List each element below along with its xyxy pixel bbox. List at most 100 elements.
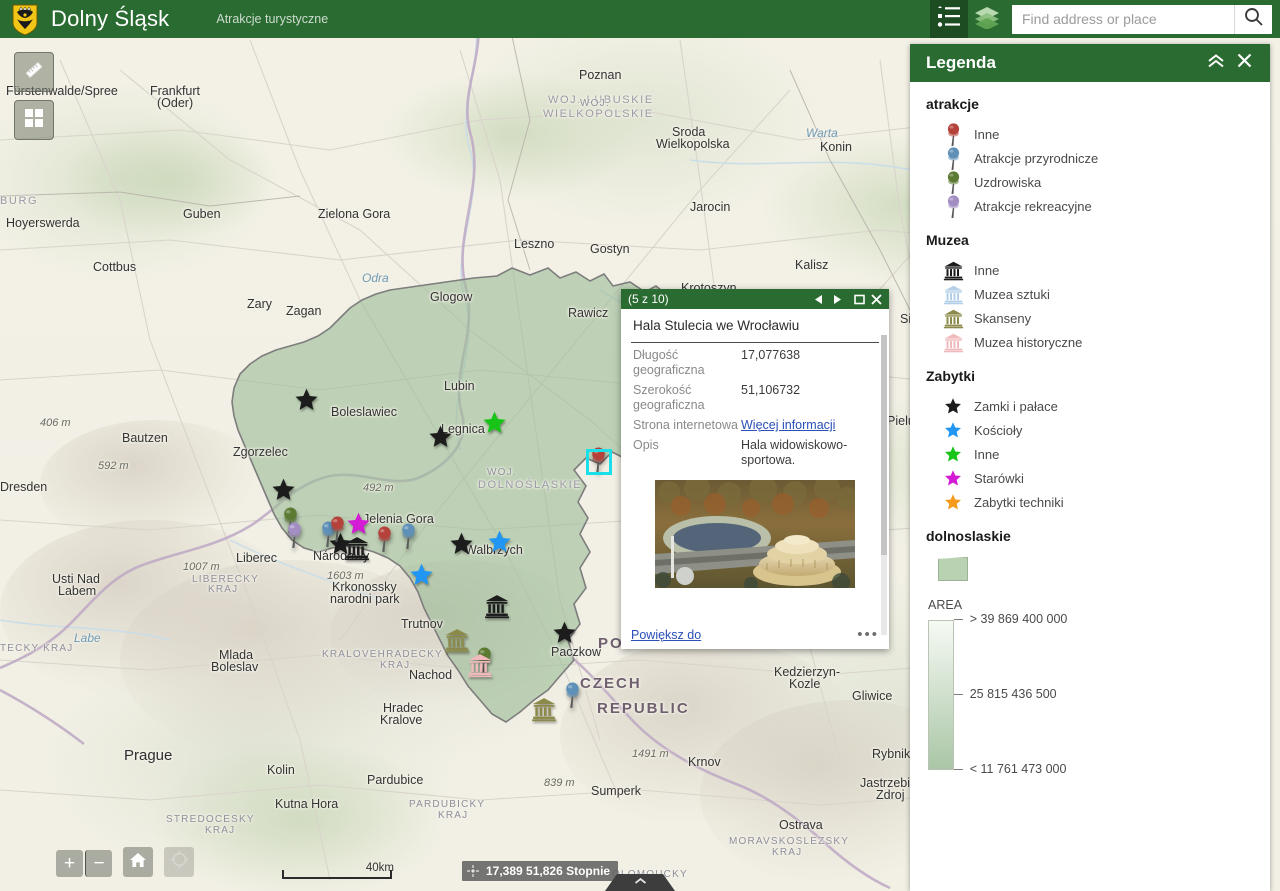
home-icon xyxy=(129,851,147,874)
legend-item-label: Muzea sztuki xyxy=(974,286,1050,302)
locate-crosshair-icon xyxy=(170,850,189,874)
map-label: Zagan xyxy=(286,304,322,318)
map-pin-icon xyxy=(938,170,968,195)
map-label: Lubin xyxy=(444,379,475,393)
legend-item-label: Kościoły xyxy=(974,422,1023,438)
measure-tool-button[interactable] xyxy=(14,52,54,92)
legend-item-label: Zamki i pałace xyxy=(974,398,1058,414)
legend-item: Atrakcje rekreacyjne xyxy=(926,194,1270,218)
scale-bar: 40km xyxy=(282,862,394,879)
zoom-out-button[interactable]: − xyxy=(85,850,112,877)
legend-polygon-row xyxy=(926,554,1270,584)
color-ramp-tick-label: 25 815 436 500 xyxy=(969,687,1057,701)
home-button[interactable] xyxy=(123,847,153,877)
popup-feature-title: Hala Stulecia we Wrocławiu xyxy=(631,309,879,343)
map-marker-recreation[interactable] xyxy=(285,521,304,549)
map-label: 492 m xyxy=(363,482,394,494)
legend-toggle-button[interactable] xyxy=(930,0,968,38)
color-ramp-tick: < 11 761 473 000 xyxy=(953,762,1066,776)
map-label: Poznan xyxy=(579,68,622,82)
legend-item-label: Inne xyxy=(974,262,1000,278)
coordinate-widget[interactable]: 17,389 51,826 Stopnie xyxy=(462,861,619,881)
popup-website-link[interactable]: Więcej informacji xyxy=(741,418,835,432)
legend-panel[interactable]: Legenda atrakcje Inne Atrakcje przyrodnicz… xyxy=(910,44,1270,891)
map-marker-selected-attraction[interactable] xyxy=(589,446,608,474)
crosshair-icon xyxy=(466,864,480,878)
map-application: Fürstenwalde/Spree Frankfurt (Oder) WOJ. LU… xyxy=(0,0,1280,891)
legend-item: Skanseny xyxy=(926,306,1270,330)
popup-footer: Powiększ do ••• xyxy=(631,627,879,642)
legend-item-label: Atrakcje przyrodnicze xyxy=(974,150,1099,166)
legend-close-button[interactable] xyxy=(1230,49,1258,77)
ellipsis-icon[interactable]: ••• xyxy=(857,627,879,642)
popup-attribute-table: Długość geograficzna 17,077638 Szerokość g… xyxy=(631,343,879,468)
map-label: Cottbus xyxy=(93,260,137,274)
feature-popup[interactable]: (5 z 10) Hala Stulecia we Wrocławiu Dług… xyxy=(621,289,889,649)
zoom-in-button[interactable]: + xyxy=(56,850,83,877)
popup-attribute-value[interactable]: Więcej informacji xyxy=(741,418,877,433)
close-icon xyxy=(1237,53,1252,73)
app-header: Dolny Śląsk Atrakcje turystyczne xyxy=(0,0,1280,38)
legend-title: Legenda xyxy=(926,53,996,72)
map-marker-museum-other[interactable] xyxy=(344,535,370,561)
popup-record-counter: (5 z 10) xyxy=(628,292,669,306)
legend-collapse-button[interactable] xyxy=(1202,49,1230,77)
polygon-swatch-icon xyxy=(938,557,968,581)
search-button[interactable] xyxy=(1234,4,1272,34)
legend-color-ramp: > 39 869 400 000 25 815 436 500 < 11 761 4… xyxy=(926,612,1270,776)
legend-header: Legenda xyxy=(910,44,1270,82)
legend-item-label: Atrakcje rekreacyjne xyxy=(974,198,1092,214)
map-marker-skansen[interactable] xyxy=(444,627,470,653)
popup-close-button[interactable] xyxy=(868,290,885,308)
coordinate-readout: 17,389 51,826 Stopnie xyxy=(486,864,611,878)
map-marker-museum-other[interactable] xyxy=(484,593,510,619)
star-icon xyxy=(938,493,968,511)
map-pin-icon xyxy=(938,146,968,171)
map-marker-other[interactable] xyxy=(375,525,394,553)
map-label: 406 m xyxy=(40,417,71,429)
legend-item: Zabytki techniki xyxy=(926,490,1270,514)
app-subtitle: Atrakcje turystyczne xyxy=(216,12,329,26)
layers-stack-icon xyxy=(974,5,1000,34)
legend-item: Muzea historyczne xyxy=(926,330,1270,354)
popup-scrollbar[interactable] xyxy=(881,335,887,635)
star-icon xyxy=(938,421,968,439)
popup-prev-button[interactable] xyxy=(811,290,828,308)
popup-attribute-row: Szerokość geograficzna 51,106732 xyxy=(631,378,879,413)
map-marker-nature[interactable] xyxy=(399,522,418,550)
attribution-toggle[interactable] xyxy=(605,874,675,891)
map-label: Odra xyxy=(362,271,389,285)
map-pin-icon xyxy=(938,194,968,219)
map-marker-nature[interactable] xyxy=(563,681,582,709)
museum-icon xyxy=(938,260,968,281)
legend-area-field-label: AREA xyxy=(928,598,963,612)
popup-body: Hala Stulecia we Wrocławiu Długość geogr… xyxy=(621,309,889,649)
map-label: Leszno xyxy=(514,237,555,251)
map-label: Boleslawiec xyxy=(331,405,398,419)
map-label: Zary xyxy=(247,297,272,311)
legend-item: Inne xyxy=(926,442,1270,466)
legend-body: atrakcje Inne Atrakcje przyrodnicze Uzdrowi… xyxy=(910,82,1270,891)
popup-attribute-key: Długość geograficzna xyxy=(633,348,705,377)
basemap-gallery-button[interactable] xyxy=(14,100,54,140)
layers-button[interactable] xyxy=(968,0,1006,38)
search-input[interactable] xyxy=(1012,4,1234,34)
legend-item: Inne xyxy=(926,258,1270,282)
legend-list-icon xyxy=(937,5,961,33)
zoom-to-link[interactable]: Powiększ do xyxy=(631,628,701,642)
legend-item: Starówki xyxy=(926,466,1270,490)
color-ramp-tick: 25 815 436 500 xyxy=(953,687,1057,701)
legend-item: Inne xyxy=(926,122,1270,146)
map-label: Prague xyxy=(124,747,173,764)
popup-next-button[interactable] xyxy=(828,290,845,308)
map-marker-skansen[interactable] xyxy=(531,696,557,722)
legend-item-label: Inne xyxy=(974,126,1000,142)
search-box[interactable] xyxy=(1012,4,1272,34)
chevron-double-up-icon xyxy=(1207,53,1225,74)
museum-icon xyxy=(938,332,968,353)
legend-item-label: Muzea historyczne xyxy=(974,334,1083,350)
app-title: Dolny Śląsk xyxy=(51,6,170,31)
popup-maximize-button[interactable] xyxy=(851,290,868,308)
locate-button[interactable] xyxy=(164,847,194,877)
map-marker-history-museum[interactable] xyxy=(467,652,493,678)
